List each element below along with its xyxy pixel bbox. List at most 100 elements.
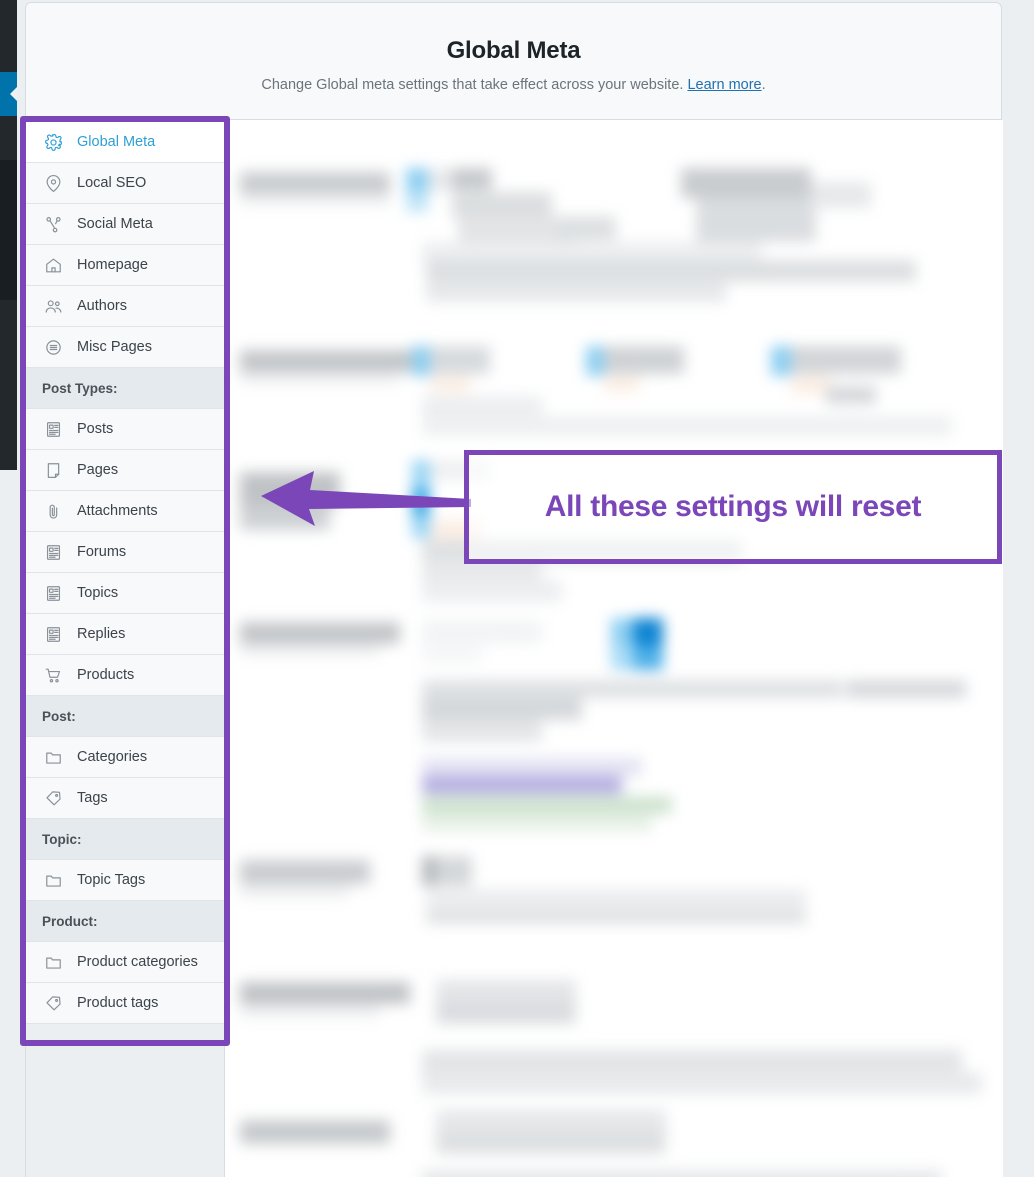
sidebar-item-label: Global Meta (77, 134, 156, 150)
redacted-content-block (633, 646, 663, 670)
redacted-content-block (681, 168, 811, 198)
redacted-content-block (406, 168, 428, 192)
sidebar-item-tags[interactable]: Tags (26, 778, 224, 819)
sidebar-item-social-meta[interactable]: Social Meta (26, 204, 224, 245)
sidebar-item-authors[interactable]: Authors (26, 286, 224, 327)
settings-content-region[interactable] (226, 120, 1003, 1177)
page-subtitle: Change Global meta settings that take ef… (26, 77, 1001, 93)
redacted-content-block (846, 680, 966, 698)
redacted-content-block (452, 192, 552, 218)
redacted-content-block (422, 396, 542, 418)
sidebar-item-label: Forums (77, 544, 127, 560)
redacted-content-block (412, 346, 430, 376)
redacted-content-block (426, 280, 726, 302)
page-subtitle-period: . (761, 77, 766, 93)
sidebar-item-pages[interactable]: Pages (26, 450, 224, 491)
redacted-content-block (406, 192, 428, 212)
sidebar-list-tail (26, 1024, 224, 1040)
sidebar-item-label: Local SEO (77, 175, 147, 191)
sidebar-item-topics[interactable]: Topics (26, 573, 224, 614)
sidebar-item-local-seo[interactable]: Local SEO (26, 163, 224, 204)
sidebar-item-topic-tags[interactable]: Topic Tags (26, 860, 224, 901)
redacted-content-block (422, 698, 582, 720)
sidebar-item-label: Homepage (77, 257, 148, 273)
document-icon (42, 582, 64, 604)
redacted-content-block (696, 198, 816, 242)
redacted-content-block (604, 346, 684, 374)
redacted-content-block (556, 216, 616, 240)
sidebar-item-label: Authors (77, 298, 127, 314)
wp-admin-active-marker (0, 72, 18, 116)
sidebar-item-categories[interactable]: Categories (26, 737, 224, 778)
share-network-icon (42, 213, 64, 235)
sidebar-section-label: Post: (42, 708, 76, 724)
paperclip-icon (42, 500, 64, 522)
sidebar-item-product-tags[interactable]: Product tags (26, 983, 224, 1024)
redacted-content-block (422, 416, 952, 436)
folder-icon (42, 746, 64, 768)
sidebar-item-global-meta[interactable]: Global Meta (26, 122, 224, 163)
sidebar-section-header: Post: (26, 696, 224, 737)
redacted-content-block (436, 1110, 666, 1132)
sidebar-section-header: Topic: (26, 819, 224, 860)
wp-admin-menu-strip[interactable] (0, 0, 18, 470)
page-icon (42, 459, 64, 481)
sidebar-item-attachments[interactable]: Attachments (26, 491, 224, 532)
redacted-content-block (240, 350, 420, 372)
redacted-content-block (422, 776, 622, 794)
settings-nav-list[interactable]: Global Meta Local SEO Social Meta Homepage A… (26, 122, 224, 1040)
page-title: Global Meta (446, 37, 581, 64)
location-pin-icon (42, 172, 64, 194)
redacted-content-block (240, 1120, 390, 1144)
redacted-content-block (826, 386, 876, 404)
redacted-content-block (633, 618, 663, 646)
redacted-content-block (426, 908, 806, 924)
sidebar-section-header: Product: (26, 901, 224, 942)
sidebar-item-label: Pages (77, 462, 119, 478)
redacted-content-block (436, 1002, 576, 1024)
redacted-content-block (428, 168, 452, 192)
sidebar-item-label: Product tags (77, 995, 159, 1011)
sidebar-item-products[interactable]: Products (26, 655, 224, 696)
redacted-content-block (430, 346, 490, 374)
sidebar-section-label: Post Types: (42, 380, 118, 396)
redacted-content-block (791, 346, 901, 374)
redacted-content-block (422, 1170, 942, 1177)
cart-icon (42, 664, 64, 686)
redacted-content-block (240, 884, 350, 898)
redacted-content-block (422, 720, 542, 742)
redacted-content-block (436, 980, 576, 1002)
sidebar-item-homepage[interactable]: Homepage (26, 245, 224, 286)
sidebar-item-forums[interactable]: Forums (26, 532, 224, 573)
redacted-content-block (422, 1050, 962, 1072)
sidebar-item-label: Product categories (77, 954, 198, 970)
sidebar-item-misc-pages[interactable]: Misc Pages (26, 327, 224, 368)
sidebar-item-replies[interactable]: Replies (26, 614, 224, 655)
sidebar-item-product-categories[interactable]: Product categories (26, 942, 224, 983)
redacted-content-block (811, 182, 871, 208)
sidebar-item-label: Posts (77, 421, 114, 437)
document-icon (42, 623, 64, 645)
sidebar-section-label: Topic: (42, 831, 82, 847)
annotation-text: All these settings will reset (542, 488, 924, 526)
sidebar-item-label: Misc Pages (77, 339, 152, 355)
annotation-callout-box: All these settings will reset (464, 450, 1002, 564)
document-icon (42, 418, 64, 440)
sidebar-item-label: Tags (77, 790, 108, 806)
tag-icon (42, 787, 64, 809)
folder-icon (42, 951, 64, 973)
document-icon (42, 541, 64, 563)
sidebar-highlight-box: Global Meta Local SEO Social Meta Homepage A… (20, 116, 230, 1046)
sidebar-item-posts[interactable]: Posts (26, 409, 224, 450)
redacted-content-block (452, 168, 492, 190)
redacted-content-block (586, 346, 604, 376)
redacted-content-block (422, 856, 436, 886)
home-icon (42, 254, 64, 276)
sidebar-section-header: Post Types: (26, 368, 224, 409)
redacted-content-block (240, 372, 400, 384)
learn-more-link[interactable]: Learn more (687, 77, 761, 93)
redacted-content-block (240, 622, 400, 644)
redacted-content-block (604, 376, 639, 392)
redacted-content-block (240, 172, 390, 194)
redacted-content-block (422, 620, 542, 644)
